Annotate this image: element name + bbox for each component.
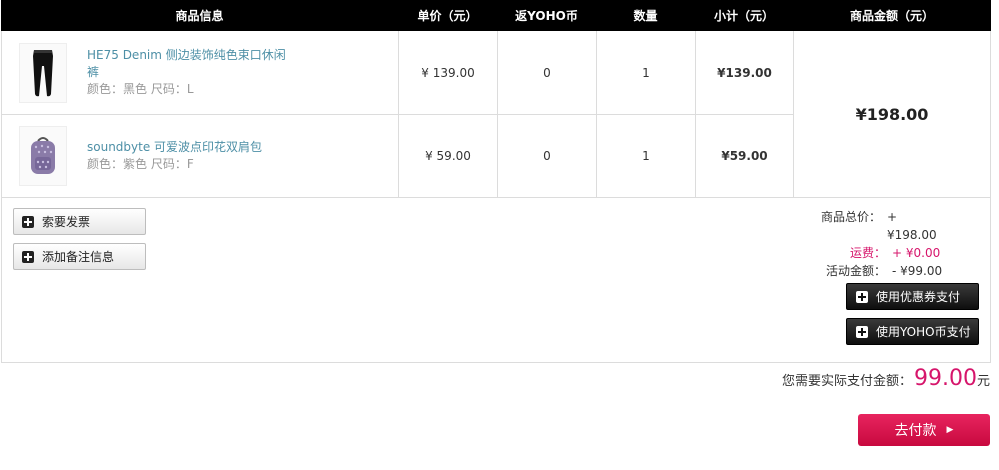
header-unit-price: 单价（元） [417, 9, 478, 23]
yoho-coin-value: 0 [498, 115, 597, 197]
payment-amount: 99.00 [914, 366, 977, 391]
payment-label: 您需要实际支付金额： [781, 374, 912, 389]
add-note-button-label: 添加备注信息 [42, 250, 115, 264]
product-info: HE75 Denim 侧边装饰纯色束口休闲裤 颜色：黑色 尺码：L [87, 47, 297, 98]
fee-value: + ¥198.00 [887, 210, 937, 242]
unit-price: ¥ 139.00 [399, 31, 498, 114]
subtotal: ¥139.00 [696, 31, 794, 114]
fee-label: 商品总价： [821, 210, 882, 224]
fee-promo: 活动金额： - ¥99.00 [816, 262, 946, 280]
table-body: HE75 Denim 侧边装饰纯色束口休闲裤 颜色：黑色 尺码：L ¥ 139.… [1, 31, 991, 198]
use-coupon-button-label: 使用优惠券支付 [876, 290, 961, 304]
plus-icon [22, 215, 34, 228]
payment-unit: 元 [976, 374, 990, 389]
fee-value: - ¥99.00 [892, 264, 943, 278]
payment-amount-line: 您需要实际支付金额： 99.00 元 [782, 366, 990, 391]
pay-button[interactable]: 去付款 ▶ [858, 414, 990, 446]
use-coupon-button[interactable]: 使用优惠券支付 [846, 283, 979, 310]
subtotal: ¥59.00 [696, 115, 794, 197]
quantity: 1 [597, 31, 696, 114]
plus-icon [856, 325, 868, 338]
header-product-info: 商品信息 [175, 9, 224, 23]
table-header: 商品信息 单价（元） 返YOHO币 数量 小计（元） 商品金额（元） [1, 0, 991, 31]
fee-goods-total: 商品总价： + ¥198.00 [816, 208, 946, 244]
arrow-right-icon: ▶ [946, 425, 954, 435]
purple-backpack-icon[interactable] [19, 126, 67, 186]
header-goods-amount: 商品金额（元） [849, 9, 934, 23]
yoho-coin-value: 0 [498, 31, 597, 114]
plus-icon [856, 290, 868, 303]
order-summary: 索要发票 添加备注信息 商品总价： + ¥198.00 运费： + ¥0.00 … [1, 198, 991, 363]
product-cell: soundbyte 可爱波点印花双肩包 颜色：紫色 尺码：F [2, 115, 399, 197]
product-info: soundbyte 可爱波点印花双肩包 颜色：紫色 尺码：F [87, 139, 297, 173]
fee-label: 活动金额： [825, 264, 886, 278]
product-attrs: 颜色：紫色 尺码：F [87, 157, 194, 171]
quantity: 1 [597, 115, 696, 197]
unit-price: ¥ 59.00 [399, 115, 498, 197]
table-row: HE75 Denim 侧边装饰纯色束口休闲裤 颜色：黑色 尺码：L ¥ 139.… [2, 31, 794, 115]
product-cell: HE75 Denim 侧边装饰纯色束口休闲裤 颜色：黑色 尺码：L [2, 31, 399, 114]
plus-icon [22, 250, 34, 263]
table-row: soundbyte 可爱波点印花双肩包 颜色：紫色 尺码：F ¥ 59.00 0… [2, 115, 794, 197]
fee-breakdown: 商品总价： + ¥198.00 运费： + ¥0.00 活动金额： - ¥99.… [816, 208, 946, 280]
header-yoho-coin: 返YOHO币 [515, 9, 578, 23]
grand-total: ¥198.00 [855, 104, 929, 124]
fee-value: + ¥0.00 [892, 246, 941, 260]
product-name-link[interactable]: HE75 Denim 侧边装饰纯色束口休闲裤 [87, 47, 297, 81]
add-note-button[interactable]: 添加备注信息 [13, 243, 146, 270]
fee-label: 运费： [849, 246, 886, 260]
item-rows: HE75 Denim 侧边装饰纯色束口休闲裤 颜色：黑色 尺码：L ¥ 139.… [2, 31, 794, 197]
black-pants-icon[interactable] [19, 42, 67, 103]
order-table: 商品信息 单价（元） 返YOHO币 数量 小计（元） 商品金额（元） HE75 … [1, 0, 991, 363]
header-subtotal: 小计（元） [713, 9, 774, 23]
invoice-button-label: 索要发票 [42, 215, 91, 229]
use-yoho-coin-button[interactable]: 使用YOHO币支付 [846, 318, 979, 345]
product-name-link[interactable]: soundbyte 可爱波点印花双肩包 [87, 139, 297, 156]
fee-shipping: 运费： + ¥0.00 [816, 244, 946, 262]
product-attrs: 颜色：黑色 尺码：L [87, 82, 194, 96]
use-yoho-coin-button-label: 使用YOHO币支付 [876, 325, 971, 339]
invoice-button[interactable]: 索要发票 [13, 208, 146, 235]
header-quantity: 数量 [633, 9, 658, 23]
pay-button-label: 去付款 [894, 423, 937, 439]
